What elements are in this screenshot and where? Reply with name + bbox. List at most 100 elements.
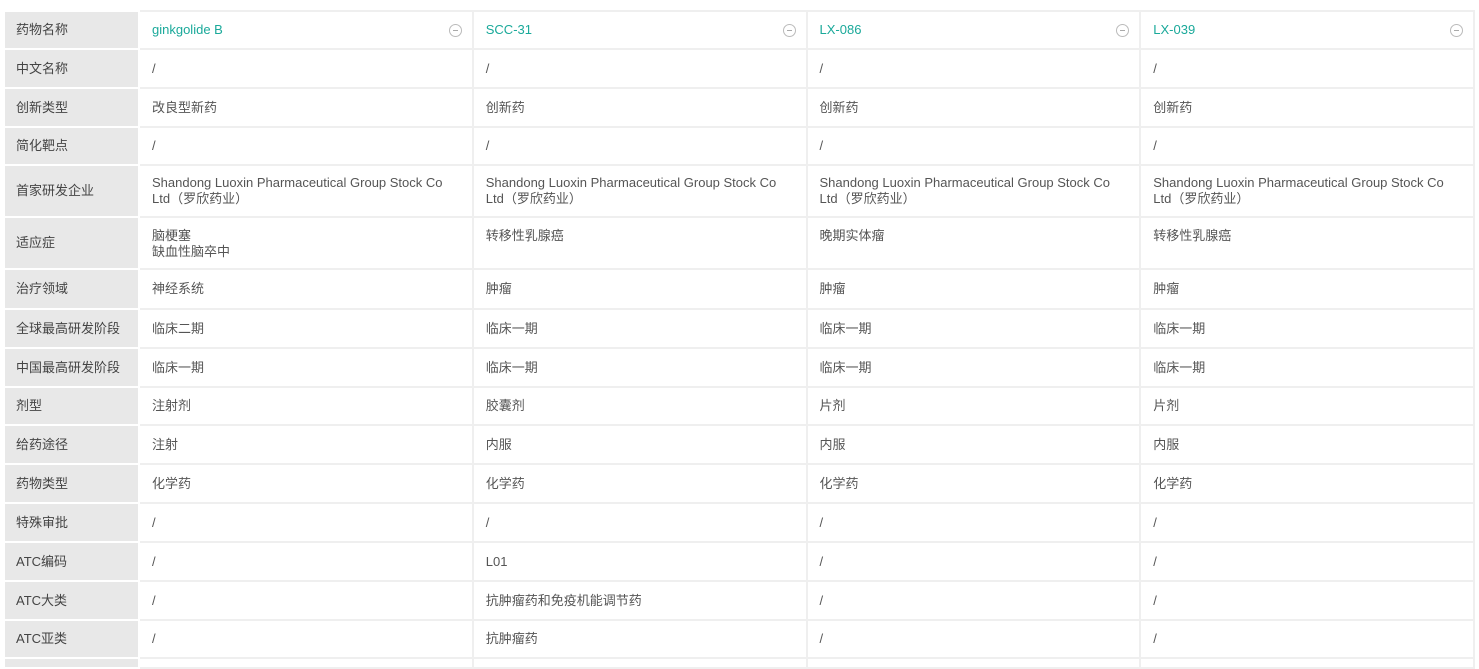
cell-cn-name: / <box>138 48 474 89</box>
cell-route: 注射 <box>138 424 474 465</box>
row-target: 简化靶点 / / / / <box>5 126 1475 166</box>
cell-area: 神经系统 <box>138 268 474 310</box>
drug-name-link[interactable]: LX-086 <box>820 22 862 38</box>
row-label <box>5 657 140 669</box>
row-form: 剂型 注射剂 胶囊剂 片剂 片剂 <box>5 386 1475 426</box>
row-atc-class: ATC大类 / 抗肿瘤药和免疫机能调节药 / / <box>5 580 1475 621</box>
cell-target: / <box>1139 126 1475 166</box>
indication-item: 转移性乳腺癌 <box>1153 228 1232 243</box>
cell-atc-class: 抗肿瘤药和免疫机能调节药 <box>471 580 808 621</box>
row-label: 药物类型 <box>5 463 140 504</box>
row-area: 治疗领域 神经系统 肿瘤 肿瘤 肿瘤 <box>5 268 1475 310</box>
cell-special: / <box>471 502 808 543</box>
cell-target: / <box>471 126 808 166</box>
row-atc-code: ATC编码 / L01// <box>5 541 1475 582</box>
cell-innovation: 创新药 <box>1139 87 1475 128</box>
row-label: 治疗领域 <box>5 268 140 310</box>
cell-form: 片剂 <box>805 386 1142 426</box>
cell-cn-name: / <box>805 48 1142 89</box>
cell-indication: 转移性乳腺癌 <box>471 216 808 270</box>
drug-name-link[interactable]: LX-039 <box>1153 22 1195 38</box>
cell-type: 化学药 <box>138 463 474 504</box>
cell-atc-code: L01 <box>471 541 808 582</box>
cell-target: / <box>138 126 474 166</box>
cell-form: 胶囊剂 <box>471 386 808 426</box>
row-label: 中国最高研发阶段 <box>5 347 140 388</box>
cell-area: 肿瘤 <box>805 268 1142 310</box>
cell-name: LX-039 <box>1139 10 1475 50</box>
row-label: 剂型 <box>5 386 140 426</box>
cell-special: / <box>805 502 1142 543</box>
cell-target: / <box>805 126 1142 166</box>
drug-name-link[interactable]: SCC-31 <box>486 22 532 38</box>
cell-special: / <box>138 502 474 543</box>
cell-china-stage: 临床一期 <box>471 347 808 388</box>
cell-cn-name: / <box>471 48 808 89</box>
cell <box>1139 657 1475 669</box>
cell-name: ginkgolide B <box>138 10 474 50</box>
cell-indication: 晚期实体瘤 <box>805 216 1142 270</box>
cell <box>138 657 474 669</box>
cell-company: Shandong Luoxin Pharmaceutical Group Sto… <box>805 164 1142 218</box>
row-partial <box>5 657 1475 669</box>
cell-atc-sub: / <box>1139 619 1475 659</box>
cell-name: LX-086 <box>805 10 1142 50</box>
row-label: 特殊审批 <box>5 502 140 543</box>
cell-global-stage: 临床一期 <box>1139 308 1475 349</box>
cell-special: / <box>1139 502 1475 543</box>
row-label: 给药途径 <box>5 424 140 465</box>
cell-atc-code: / <box>1139 541 1475 582</box>
cell-global-stage: 临床一期 <box>471 308 808 349</box>
cell-company: Shandong Luoxin Pharmaceutical Group Sto… <box>138 164 474 218</box>
cell-atc-sub: / <box>138 619 474 659</box>
row-type: 药物类型 化学药 化学药 化学药 化学药 <box>5 463 1475 504</box>
cell-atc-sub: / <box>805 619 1142 659</box>
row-label: 中文名称 <box>5 48 140 89</box>
cell-china-stage: 临床一期 <box>805 347 1142 388</box>
drug-comparison-table: 药物名称 ginkgolide B SCC-31 LX-086 LX-039 中文名称 / /… <box>5 10 1475 669</box>
row-china-stage: 中国最高研发阶段 临床一期 临床一期 临床一期 临床一期 <box>5 347 1475 388</box>
row-label: 创新类型 <box>5 87 140 128</box>
row-label: 药物名称 <box>5 10 140 50</box>
cell-atc-code: / <box>138 541 474 582</box>
cell-china-stage: 临床一期 <box>138 347 474 388</box>
cell-company: Shandong Luoxin Pharmaceutical Group Sto… <box>471 164 808 218</box>
row-label: 简化靶点 <box>5 126 140 166</box>
cell-form: 片剂 <box>1139 386 1475 426</box>
cell-type: 化学药 <box>1139 463 1475 504</box>
row-label: ATC亚类 <box>5 619 140 659</box>
cell-cn-name: / <box>1139 48 1475 89</box>
row-global-stage: 全球最高研发阶段 临床二期 临床一期 临床一期 临床一期 <box>5 308 1475 349</box>
cell <box>805 657 1142 669</box>
indication-item: 脑梗塞 <box>152 228 192 243</box>
row-label: 适应症 <box>5 216 140 270</box>
cell-type: 化学药 <box>471 463 808 504</box>
row-label: 全球最高研发阶段 <box>5 308 140 349</box>
cell-atc-class: / <box>805 580 1142 621</box>
cell-atc-class: / <box>138 580 474 621</box>
cell-route: 内服 <box>471 424 808 465</box>
cell-route: 内服 <box>805 424 1142 465</box>
remove-circle-icon[interactable] <box>1450 23 1463 37</box>
cell-indication: 脑梗塞 缺血性脑卒中 <box>138 216 474 270</box>
indication-item: 转移性乳腺癌 <box>485 228 564 243</box>
cell-route: 内服 <box>1139 424 1475 465</box>
drug-name-link[interactable]: ginkgolide B <box>152 22 223 38</box>
row-indication: 适应症 脑梗塞 缺血性脑卒中 转移性乳腺癌 晚期实体瘤 转移性乳腺癌 <box>5 216 1475 270</box>
cell-type: 化学药 <box>805 463 1142 504</box>
row-innovation: 创新类型 改良型新药 创新药 创新药 创新药 <box>5 87 1475 128</box>
cell-atc-class: / <box>1139 580 1475 621</box>
cell-global-stage: 临床二期 <box>138 308 474 349</box>
cell-china-stage: 临床一期 <box>1139 347 1475 388</box>
cell-innovation: 改良型新药 <box>138 87 474 128</box>
row-name: 药物名称 ginkgolide B SCC-31 LX-086 LX-039 <box>5 10 1475 50</box>
remove-circle-icon[interactable] <box>1116 23 1130 37</box>
remove-circle-icon[interactable] <box>448 23 462 37</box>
cell-global-stage: 临床一期 <box>805 308 1142 349</box>
remove-circle-icon[interactable] <box>782 23 796 37</box>
cell-atc-sub: 抗肿瘤药 <box>471 619 808 659</box>
indication-item: 缺血性脑卒中 <box>152 244 231 259</box>
row-label: 首家研发企业 <box>5 164 140 218</box>
row-label: ATC编码 <box>5 541 140 582</box>
cell-innovation: 创新药 <box>471 87 808 128</box>
